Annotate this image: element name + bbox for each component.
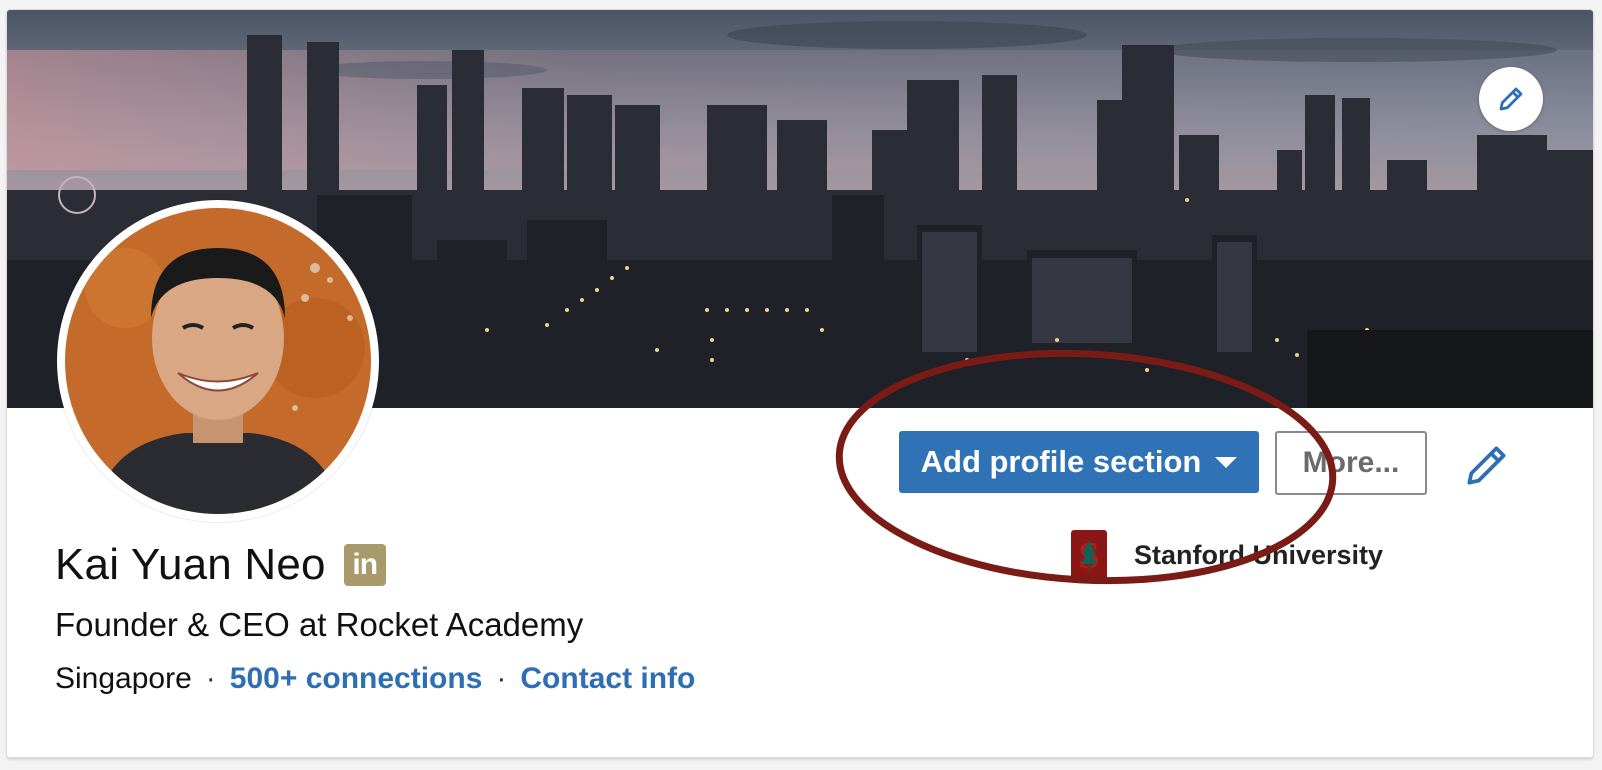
caret-down-icon [1215,456,1238,468]
separator-dot: · [205,662,216,695]
edit-intro-button[interactable] [1462,440,1512,490]
profile-name: Kai Yuan Neo [55,540,326,589]
pencil-icon [1499,87,1523,111]
pencil-icon [1467,446,1506,485]
separator-dot: · [496,662,507,695]
school-name: Stanford University [1134,539,1384,570]
stanford-logo-icon: S [1071,530,1107,580]
add-profile-section-button[interactable]: Add profile section [899,431,1259,493]
contact-info-link[interactable]: Contact info [520,662,695,696]
more-button[interactable]: More... [1275,431,1427,495]
profile-headline: Founder & CEO at Rocket Academy [55,606,584,643]
connections-link[interactable]: 500+ connections [230,662,483,696]
education-item[interactable]: S Stanford University [1071,530,1383,580]
add-profile-section-label: Add profile section [920,444,1202,479]
profile-card: Kai Yuan Neo in Founder & CEO at Rocket … [7,10,1593,757]
edit-cover-button[interactable] [1479,67,1543,131]
linkedin-badge-icon: in [343,544,386,586]
avatar-image [65,208,371,514]
profile-location: Singapore [55,662,192,695]
profile-photo[interactable] [57,200,379,522]
